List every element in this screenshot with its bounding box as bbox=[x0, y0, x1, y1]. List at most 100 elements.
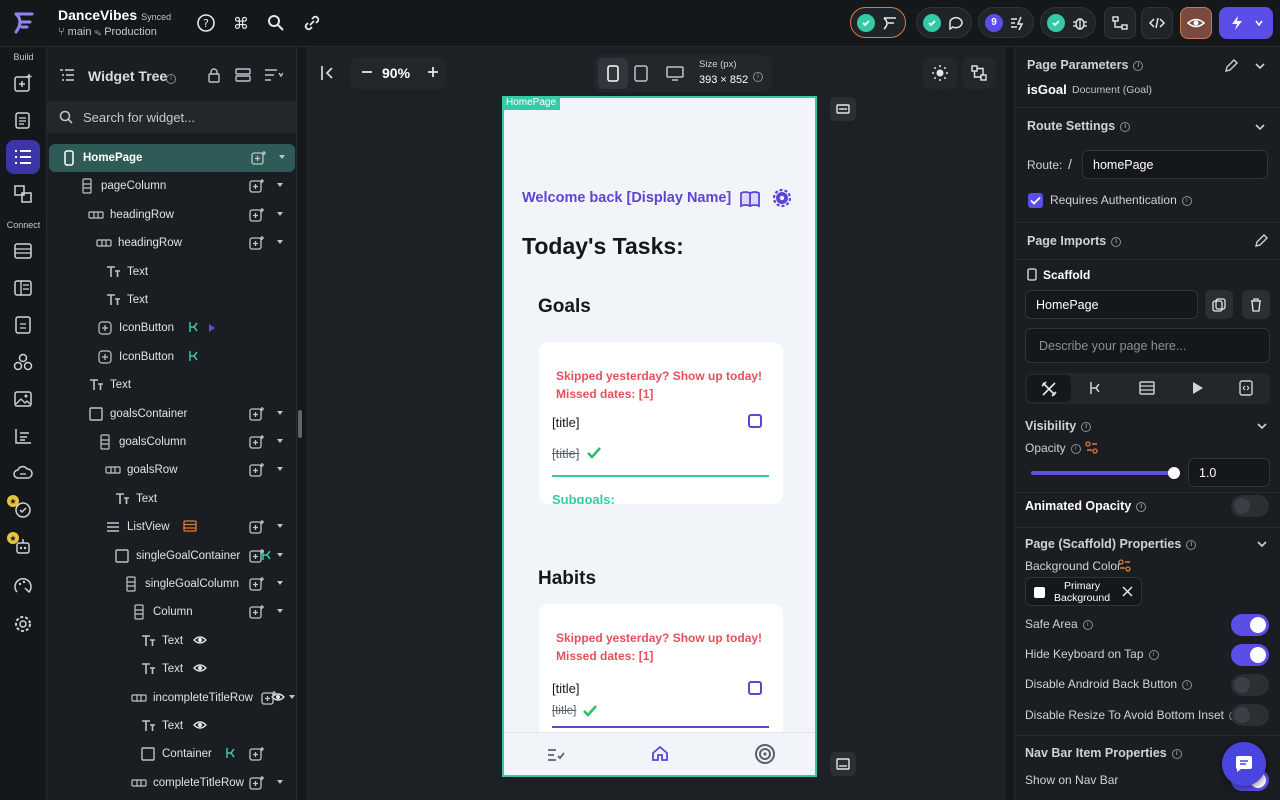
tree-row[interactable]: Text bbox=[47, 258, 296, 286]
opacity-slider-thumb[interactable] bbox=[1168, 467, 1180, 479]
chevron-down-icon[interactable] bbox=[277, 581, 283, 585]
chevron-down-icon[interactable] bbox=[277, 524, 283, 529]
preview-button[interactable] bbox=[1180, 7, 1212, 39]
goal-checkbox[interactable] bbox=[748, 414, 762, 428]
test-icon[interactable] bbox=[12, 499, 34, 521]
habit-card[interactable]: Skipped yesterday? Show up today! Missed… bbox=[539, 604, 783, 744]
widget-search-input[interactable]: Search for widget... bbox=[83, 110, 195, 125]
tree-row[interactable]: Text bbox=[47, 286, 296, 314]
tree-row[interactable]: incompleteTitleRow bbox=[47, 684, 296, 712]
opacity-input[interactable]: 1.0 bbox=[1188, 458, 1270, 487]
chat-support-button[interactable] bbox=[1222, 742, 1266, 786]
chevron-down-icon[interactable] bbox=[277, 552, 283, 557]
chevron-down-icon[interactable] bbox=[277, 779, 283, 784]
param-name[interactable]: isGoal bbox=[1027, 82, 1067, 97]
book-icon[interactable] bbox=[740, 190, 760, 208]
variable-binding-icon[interactable] bbox=[1085, 441, 1099, 455]
goal-card[interactable]: Skipped yesterday? Show up today! Missed… bbox=[539, 342, 783, 504]
goals-heading[interactable]: Goals bbox=[538, 296, 591, 318]
tablet-device-icon[interactable] bbox=[634, 65, 648, 82]
zoom-out-icon[interactable] bbox=[360, 65, 374, 79]
chevron-down-icon[interactable] bbox=[1255, 122, 1265, 132]
tree-row[interactable]: Container bbox=[47, 740, 296, 768]
tab-animations[interactable] bbox=[1188, 379, 1206, 397]
widget-search-bar[interactable]: Search for widget... bbox=[47, 101, 296, 133]
edit-pencil-icon[interactable] bbox=[1223, 58, 1239, 74]
tree-row[interactable]: singleGoalColumn bbox=[47, 570, 296, 598]
widget-select-button[interactable] bbox=[962, 57, 996, 89]
desktop-device-icon[interactable] bbox=[666, 66, 684, 81]
scaffold-properties-heading[interactable]: Page (Scaffold) Properties i bbox=[1025, 537, 1197, 551]
add-widget-icon[interactable] bbox=[12, 72, 34, 94]
tree-row[interactable]: IconButton bbox=[47, 343, 296, 371]
add-child-widget-icon[interactable] bbox=[249, 406, 265, 422]
chevron-down-icon[interactable] bbox=[289, 694, 295, 699]
chevron-down-icon[interactable] bbox=[277, 439, 283, 443]
help-icon[interactable]: ? bbox=[196, 13, 216, 33]
theme-list-icon[interactable] bbox=[12, 425, 34, 447]
add-child-widget-icon[interactable] bbox=[249, 235, 265, 251]
page-name-input[interactable]: HomePage bbox=[1025, 290, 1198, 319]
add-child-widget-icon[interactable] bbox=[251, 150, 267, 166]
zoom-in-icon[interactable] bbox=[426, 65, 440, 79]
phone-device-button[interactable] bbox=[598, 58, 628, 89]
tree-row[interactable]: completeTitleRow bbox=[47, 769, 296, 797]
chevron-down-icon[interactable] bbox=[279, 155, 285, 159]
cloud-functions-icon[interactable] bbox=[12, 462, 34, 484]
add-child-widget-icon[interactable] bbox=[249, 548, 265, 564]
branch-info[interactable]: ⑂ main ✎ Production bbox=[58, 26, 157, 38]
add-child-widget-icon[interactable] bbox=[249, 775, 265, 791]
variable-binding-icon[interactable] bbox=[1118, 559, 1132, 573]
issues-pill[interactable]: 9 bbox=[978, 7, 1034, 38]
api-calls-icon[interactable] bbox=[12, 277, 34, 299]
info-icon[interactable]: i bbox=[1171, 748, 1182, 759]
chevron-down-icon[interactable] bbox=[1257, 421, 1267, 431]
info-icon[interactable]: i bbox=[1081, 421, 1092, 432]
chevron-down-icon[interactable] bbox=[277, 609, 283, 614]
app-logo-icon[interactable] bbox=[10, 9, 38, 37]
agent-robot-icon[interactable] bbox=[12, 536, 34, 558]
info-icon[interactable]: i bbox=[1181, 195, 1192, 206]
collapse-panel-icon[interactable] bbox=[318, 63, 338, 83]
tree-row[interactable]: Text bbox=[47, 655, 296, 683]
visibility-eye-icon[interactable] bbox=[192, 718, 209, 734]
info-icon[interactable]: i bbox=[1133, 60, 1144, 71]
tab-actions[interactable] bbox=[1088, 379, 1106, 397]
branch-flow-button[interactable] bbox=[1104, 7, 1136, 39]
widget-tree-icon[interactable] bbox=[12, 146, 34, 168]
info-icon[interactable]: i bbox=[166, 70, 176, 88]
panel-resize-handle[interactable] bbox=[298, 410, 302, 438]
delete-button[interactable] bbox=[1242, 290, 1270, 319]
copy-button[interactable] bbox=[1205, 290, 1233, 319]
info-icon[interactable]: i bbox=[1082, 619, 1093, 630]
settings-gear-icon[interactable] bbox=[773, 189, 791, 207]
visibility-eye-icon[interactable] bbox=[192, 633, 209, 649]
chevron-down-icon[interactable] bbox=[277, 410, 283, 415]
lock-icon[interactable] bbox=[206, 67, 222, 83]
hide-keyboard-toggle[interactable] bbox=[1231, 644, 1269, 666]
tree-row[interactable]: pageColumn bbox=[47, 172, 296, 200]
disable-resize-toggle[interactable] bbox=[1231, 704, 1269, 726]
tree-row[interactable]: IconButton bbox=[47, 314, 296, 342]
chevron-down-icon[interactable] bbox=[1257, 539, 1267, 549]
design-system-icon[interactable] bbox=[12, 575, 34, 597]
backend-query-icon[interactable] bbox=[182, 519, 199, 535]
tree-row[interactable]: goalsContainer bbox=[47, 400, 296, 428]
tree-row[interactable]: Column bbox=[47, 598, 296, 626]
tasks-nav-icon[interactable] bbox=[546, 745, 566, 763]
app-state-icon[interactable] bbox=[12, 314, 34, 336]
tree-row[interactable]: Text bbox=[47, 371, 296, 399]
route-settings-heading[interactable]: Route Settings i bbox=[1027, 119, 1131, 133]
theme-toggle-button[interactable] bbox=[923, 57, 957, 89]
home-nav-icon[interactable] bbox=[650, 744, 670, 762]
link-icon[interactable] bbox=[302, 13, 322, 33]
page-description-input[interactable]: Describe your page here... bbox=[1025, 328, 1270, 363]
tree-row[interactable]: goalsColumn bbox=[47, 428, 296, 456]
comments-status-pill[interactable] bbox=[916, 7, 972, 38]
add-child-widget-icon[interactable] bbox=[249, 746, 265, 762]
opacity-slider-track[interactable] bbox=[1031, 467, 1180, 479]
tree-row[interactable]: ListView bbox=[47, 513, 296, 541]
tasks-heading[interactable]: Today's Tasks: bbox=[522, 233, 684, 260]
action-flow-icon[interactable] bbox=[187, 349, 203, 365]
page-parameters-heading[interactable]: Page Parameters i bbox=[1027, 58, 1144, 72]
